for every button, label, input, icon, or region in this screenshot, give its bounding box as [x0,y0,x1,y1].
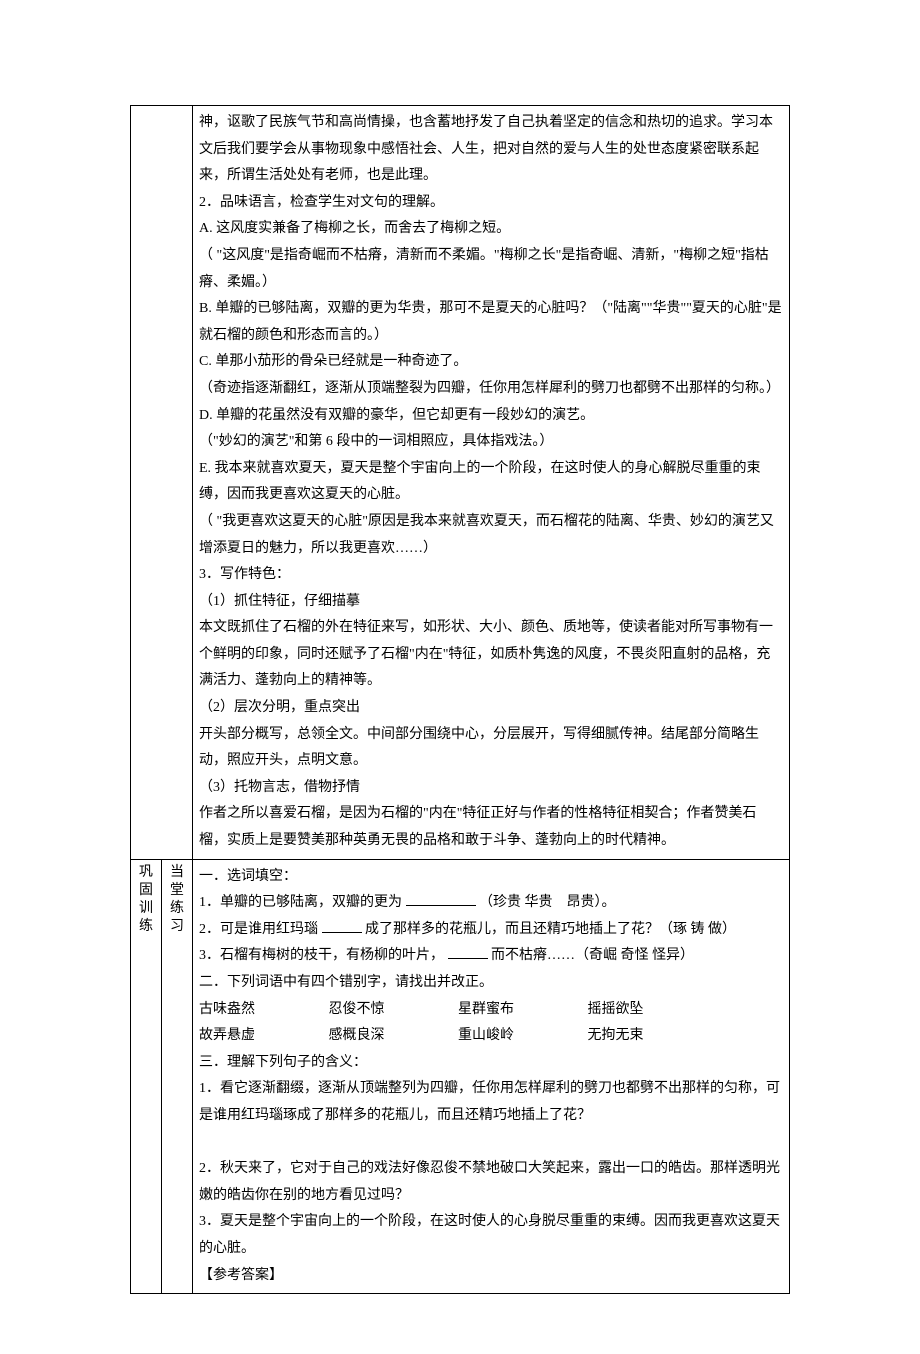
lower-content-cell: 一．选词填空： 1．单瓣的已够陆离，双瓣的更为 （珍贵 华贵 昂贵）。 2．可是… [193,859,790,1294]
blank-input[interactable] [406,891,476,906]
blank-input[interactable] [322,918,362,933]
comprehension-q1: 1．看它逐渐翻缀，逐渐从顶端整列为四瓣，任你用怎样犀利的劈刀也都劈不出那样的匀称… [199,1076,783,1129]
item-e-note: （ "我更喜欢这夏天的心脏"原因是我本来就喜欢夏天，而石榴花的陆离、华贵、妙幻的… [199,509,783,562]
vchar: 习 [168,918,186,936]
q2-suffix: 成了那样多的花瓶儿，而且还精巧地插上了花？（琢 铸 做） [365,922,736,937]
q3-prefix: 3．石榴有梅树的枝干，有杨柳的叶片， [199,948,444,963]
main-table: 神，讴歌了民族气节和高尚情操，也含蓄地抒发了自己执着坚定的信念和热切的追求。学习… [130,105,790,1294]
vchar: 固 [137,882,155,900]
blank-input[interactable] [448,944,488,959]
word: 感概良深 [329,1023,385,1050]
item-c-note: （奇迹指逐渐翻红，逐渐从顶端整裂为四瓣，任你用怎样犀利的劈刀也都劈不出那样的匀称… [199,376,783,403]
vchar: 训 [137,900,155,918]
sub1-body: 本文既抓住了石榴的外在特征来写，如形状、大小、颜色、质地等，使读者能对所写事物有… [199,615,783,695]
word: 星群蜜布 [458,997,514,1024]
fill-blank-q1: 1．单瓣的已够陆离，双瓣的更为 （珍贵 华贵 昂贵）。 [199,890,783,917]
paragraph: 2．品味语言，检查学生对文句的理解。 [199,190,783,217]
word: 重山峻岭 [458,1023,514,1050]
item-c: C. 单那小茄形的骨朵已经就是一种奇迹了。 [199,349,783,376]
item-d-note: （"妙幻的演艺"和第 6 段中的一词相照应，具体指戏法。） [199,429,783,456]
answer-key-heading: 【参考答案】 [199,1263,783,1290]
word: 无拘无束 [588,1023,644,1050]
section-1-title: 一．选词填空： [199,864,783,891]
upper-content-cell: 神，讴歌了民族气节和高尚情操，也含蓄地抒发了自己执着坚定的信念和热切的追求。学习… [193,106,790,860]
row-label-2: 当 堂 练 习 [162,859,193,1294]
sub3-body: 作者之所以喜爱石榴，是因为石榴的"内在"特征正好与作者的性格特征相契合；作者赞美… [199,801,783,854]
q2-prefix: 2．可是谁用红玛瑙 [199,922,318,937]
fill-blank-q3: 3．石榴有梅树的枝干，有杨柳的叶片， 而不枯瘠……（奇崛 奇怪 怪异） [199,943,783,970]
empty-side-cell [131,106,193,860]
q1-suffix: （珍贵 华贵 昂贵）。 [479,895,616,910]
vchar: 练 [137,918,155,936]
sub2-body: 开头部分概写，总领全文。中间部分围绕中心，分层展开，写得细腻传神。结尾部分简略生… [199,722,783,775]
paragraph: 神，讴歌了民族气节和高尚情操，也含蓄地抒发了自己执着坚定的信念和热切的追求。学习… [199,110,783,190]
item-e: E. 我本来就喜欢夏天，夏天是整个宇宙向上的一个阶段，在这时使人的身心解脱尽重重… [199,456,783,509]
item-a-note: （ "这风度"是指奇崛而不枯瘠，清新而不柔媚。"梅柳之长"是指奇崛、清新，"梅柳… [199,243,783,296]
sub3-title: （3）托物言志，借物抒情 [199,775,783,802]
section-2-title: 二．下列词语中有四个错别字，请找出并改正。 [199,970,783,997]
word: 摇摇欲坠 [588,997,644,1024]
item-b: B. 单瓣的已够陆离，双瓣的更为华贵，那可不是夏天的心脏吗？（"陆离""华贵""… [199,296,783,349]
document-page: 神，讴歌了民族气节和高尚情操，也含蓄地抒发了自己执着坚定的信念和热切的追求。学习… [0,0,920,1354]
vchar: 练 [168,900,186,918]
q3-suffix: 而不枯瘠……（奇崛 奇怪 怪异） [491,948,694,963]
spacer [199,1130,783,1157]
word: 故弄悬虚 [199,1023,255,1050]
comprehension-q3: 3．夏天是整个宇宙向上的一个阶段，在这时使人的心身脱尽重重的束缚。因而我更喜欢这… [199,1209,783,1262]
vchar: 巩 [137,864,155,882]
word-row-1: 古味盎然 忍俊不惊 星群蜜布 摇摇欲坠 [199,997,783,1024]
vchar: 堂 [168,882,186,900]
sub1-title: （1）抓住特征，仔细描摹 [199,589,783,616]
word: 古味盎然 [199,997,255,1024]
paragraph: 3．写作特色： [199,562,783,589]
sub2-title: （2）层次分明，重点突出 [199,695,783,722]
fill-blank-q2: 2．可是谁用红玛瑙 成了那样多的花瓶儿，而且还精巧地插上了花？（琢 铸 做） [199,917,783,944]
item-a: A. 这风度实兼备了梅柳之长，而舍去了梅柳之短。 [199,216,783,243]
word-row-2: 故弄悬虚 感概良深 重山峻岭 无拘无束 [199,1023,783,1050]
section-3-title: 三．理解下列句子的含义： [199,1050,783,1077]
word: 忍俊不惊 [329,997,385,1024]
row-label-1: 巩 固 训 练 [131,859,162,1294]
vchar: 当 [168,864,186,882]
q1-prefix: 1．单瓣的已够陆离，双瓣的更为 [199,895,402,910]
item-d: D. 单瓣的花虽然没有双瓣的豪华，但它却更有一段妙幻的演艺。 [199,403,783,430]
comprehension-q2: 2．秋天来了，它对于自己的戏法好像忍俊不禁地破口大笑起来，露出一口的皓齿。那样透… [199,1156,783,1209]
